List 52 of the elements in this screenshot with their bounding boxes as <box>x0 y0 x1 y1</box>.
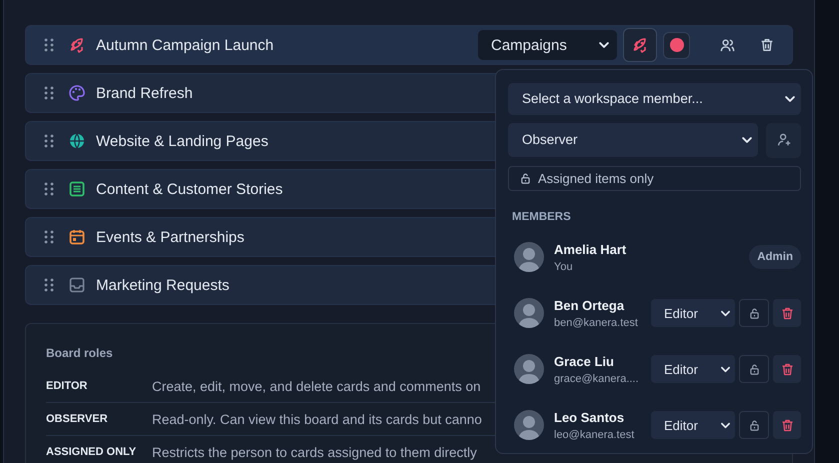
avatar <box>514 242 544 272</box>
member-role-select[interactable]: Editor <box>651 299 735 328</box>
category-select[interactable]: Campaigns <box>478 30 617 60</box>
assigned-only-toggle[interactable]: Assigned items only <box>508 166 801 191</box>
trash-icon <box>780 306 794 321</box>
trash-icon <box>780 418 794 433</box>
rocket-icon <box>631 36 649 54</box>
member-name: Amelia Hart <box>554 242 626 257</box>
role-name: ASSIGNED ONLY <box>46 446 138 458</box>
section-title: Board roles <box>46 346 113 360</box>
member-name: Leo Santos <box>554 410 624 425</box>
lock-icon <box>519 172 532 185</box>
people-icon <box>718 36 736 54</box>
lock-icon <box>748 306 760 320</box>
add-member-button[interactable] <box>766 122 801 158</box>
board-row[interactable]: Autumn Campaign Launch Campaigns <box>25 25 793 65</box>
role-name: OBSERVER <box>46 413 109 425</box>
avatar <box>514 354 544 384</box>
add-user-icon <box>776 132 792 148</box>
member-detail: leo@kanera.test <box>554 428 634 441</box>
board-title: Events & Partnerships <box>96 228 244 246</box>
assigned-only-button[interactable] <box>739 299 769 328</box>
trash-icon <box>759 37 775 53</box>
role-description: Create, edit, move, and delete cards and comments on <box>152 378 481 394</box>
board-title: Autumn Campaign Launch <box>96 36 274 54</box>
board-title: Website & Landing Pages <box>96 132 268 150</box>
color-picker-button[interactable] <box>663 32 690 58</box>
role-badge: Admin <box>749 245 801 270</box>
member-name: Grace Liu <box>554 354 614 369</box>
remove-member-button[interactable] <box>773 299 801 328</box>
member-select[interactable]: Select a workspace member... <box>508 83 801 115</box>
lock-icon <box>748 418 760 432</box>
role-description: Read-only. Can view this board and its cards but canno <box>152 412 482 426</box>
icon-picker-button[interactable] <box>623 28 657 62</box>
member-role-select[interactable]: Editor <box>651 411 735 440</box>
lock-icon <box>748 362 760 376</box>
board-title: Marketing Requests <box>96 276 230 294</box>
board-title: Content & Customer Stories <box>96 180 283 198</box>
role-name: EDITOR <box>46 380 88 392</box>
board-title: Brand Refresh <box>96 84 193 102</box>
trash-icon <box>780 362 794 377</box>
remove-member-button[interactable] <box>773 411 801 440</box>
member-detail: grace@kanera.... <box>554 372 639 385</box>
assigned-only-button[interactable] <box>739 411 769 440</box>
member-detail: ben@kanera.test <box>554 316 638 329</box>
member-role-select[interactable]: Editor <box>651 355 735 384</box>
remove-member-button[interactable] <box>773 355 801 384</box>
role-select[interactable]: Observer <box>508 122 758 157</box>
role-description: Restricts the person to cards assigned to them directly <box>152 444 477 460</box>
assigned-only-button[interactable] <box>739 355 769 384</box>
avatar <box>514 410 544 440</box>
avatar <box>514 298 544 328</box>
